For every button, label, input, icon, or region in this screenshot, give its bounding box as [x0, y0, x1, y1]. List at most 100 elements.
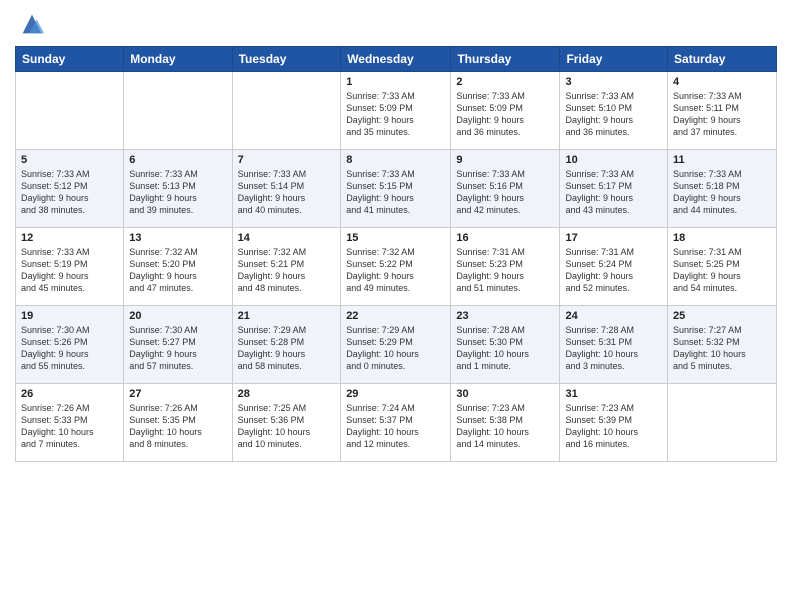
calendar-cell — [232, 72, 341, 150]
calendar-cell: 2Sunrise: 7:33 AM Sunset: 5:09 PM Daylig… — [451, 72, 560, 150]
calendar-header-saturday: Saturday — [668, 47, 777, 72]
calendar-header-sunday: Sunday — [16, 47, 124, 72]
day-info: Sunrise: 7:33 AM Sunset: 5:11 PM Dayligh… — [673, 90, 771, 139]
day-number: 11 — [673, 154, 771, 166]
day-number: 15 — [346, 232, 445, 244]
day-info: Sunrise: 7:28 AM Sunset: 5:30 PM Dayligh… — [456, 324, 554, 373]
calendar-cell: 20 Sunrise: 7:30 AM Sunset: 5:27 PM Dayli… — [124, 306, 232, 384]
day-number: 29 — [346, 388, 445, 400]
calendar-week-5: 26Sunrise: 7:26 AM Sunset: 5:33 PM Dayli… — [16, 384, 777, 462]
calendar-header-wednesday: Wednesday — [341, 47, 451, 72]
day-number: 20 — [129, 310, 226, 322]
calendar-cell: 8 Sunrise: 7:33 AM Sunset: 5:15 PM Daylig… — [341, 150, 451, 228]
logo — [15, 10, 46, 38]
calendar-cell: 30 Sunrise: 7:23 AM Sunset: 5:38 PM Dayli… — [451, 384, 560, 462]
day-info: Sunrise: 7:33 AM Sunset: 5:12 PM Dayligh… — [21, 168, 118, 217]
day-info: Sunrise: 7:25 AM Sunset: 5:36 PM Dayligh… — [238, 402, 336, 451]
day-info: Sunrise: 7:31 AM Sunset: 5:25 PM Dayligh… — [673, 246, 771, 295]
calendar-header-monday: Monday — [124, 47, 232, 72]
day-number: 1 — [346, 76, 445, 88]
day-number: 6 — [129, 154, 226, 166]
day-info: Sunrise: 7:29 AM Sunset: 5:28 PM Dayligh… — [238, 324, 336, 373]
page-container: SundayMondayTuesdayWednesdayThursdayFrid… — [0, 0, 792, 612]
day-info: Sunrise: 7:29 AM Sunset: 5:29 PM Dayligh… — [346, 324, 445, 373]
day-info: Sunrise: 7:33 AM Sunset: 5:17 PM Dayligh… — [565, 168, 662, 217]
day-info: Sunrise: 7:33 AM Sunset: 5:16 PM Dayligh… — [456, 168, 554, 217]
calendar-week-3: 12Sunrise: 7:33 AM Sunset: 5:19 PM Dayli… — [16, 228, 777, 306]
calendar-cell: 17 Sunrise: 7:31 AM Sunset: 5:24 PM Dayli… — [560, 228, 668, 306]
day-info: Sunrise: 7:23 AM Sunset: 5:38 PM Dayligh… — [456, 402, 554, 451]
logo-icon — [18, 10, 46, 38]
calendar-header-friday: Friday — [560, 47, 668, 72]
day-number: 7 — [238, 154, 336, 166]
calendar-cell: 21Sunrise: 7:29 AM Sunset: 5:28 PM Dayli… — [232, 306, 341, 384]
day-number: 25 — [673, 310, 771, 322]
day-number: 14 — [238, 232, 336, 244]
day-number: 16 — [456, 232, 554, 244]
calendar-cell: 31 Sunrise: 7:23 AM Sunset: 5:39 PM Dayli… — [560, 384, 668, 462]
calendar-week-1: 1 Sunrise: 7:33 AM Sunset: 5:09 PM Daylig… — [16, 72, 777, 150]
day-number: 4 — [673, 76, 771, 88]
calendar-cell: 10 Sunrise: 7:33 AM Sunset: 5:17 PM Dayli… — [560, 150, 668, 228]
calendar-week-4: 19Sunrise: 7:30 AM Sunset: 5:26 PM Dayli… — [16, 306, 777, 384]
calendar-header-thursday: Thursday — [451, 47, 560, 72]
day-info: Sunrise: 7:26 AM Sunset: 5:35 PM Dayligh… — [129, 402, 226, 451]
day-info: Sunrise: 7:33 AM Sunset: 5:18 PM Dayligh… — [673, 168, 771, 217]
day-info: Sunrise: 7:33 AM Sunset: 5:09 PM Dayligh… — [456, 90, 554, 139]
calendar-week-2: 5 Sunrise: 7:33 AM Sunset: 5:12 PM Daylig… — [16, 150, 777, 228]
calendar-cell: 22Sunrise: 7:29 AM Sunset: 5:29 PM Dayli… — [341, 306, 451, 384]
day-number: 31 — [565, 388, 662, 400]
calendar-cell: 15 Sunrise: 7:32 AM Sunset: 5:22 PM Dayli… — [341, 228, 451, 306]
day-info: Sunrise: 7:33 AM Sunset: 5:09 PM Dayligh… — [346, 90, 445, 139]
day-number: 18 — [673, 232, 771, 244]
calendar-cell: 23 Sunrise: 7:28 AM Sunset: 5:30 PM Dayli… — [451, 306, 560, 384]
calendar-cell: 25 Sunrise: 7:27 AM Sunset: 5:32 PM Dayli… — [668, 306, 777, 384]
day-number: 27 — [129, 388, 226, 400]
day-info: Sunrise: 7:32 AM Sunset: 5:22 PM Dayligh… — [346, 246, 445, 295]
day-number: 23 — [456, 310, 554, 322]
day-number: 5 — [21, 154, 118, 166]
day-info: Sunrise: 7:28 AM Sunset: 5:31 PM Dayligh… — [565, 324, 662, 373]
day-number: 24 — [565, 310, 662, 322]
calendar-cell: 13 Sunrise: 7:32 AM Sunset: 5:20 PM Dayli… — [124, 228, 232, 306]
day-info: Sunrise: 7:33 AM Sunset: 5:15 PM Dayligh… — [346, 168, 445, 217]
day-number: 30 — [456, 388, 554, 400]
day-number: 3 — [565, 76, 662, 88]
calendar-cell: 1 Sunrise: 7:33 AM Sunset: 5:09 PM Daylig… — [341, 72, 451, 150]
calendar-cell: 16 Sunrise: 7:31 AM Sunset: 5:23 PM Dayli… — [451, 228, 560, 306]
calendar-cell: 9 Sunrise: 7:33 AM Sunset: 5:16 PM Daylig… — [451, 150, 560, 228]
day-info: Sunrise: 7:27 AM Sunset: 5:32 PM Dayligh… — [673, 324, 771, 373]
day-info: Sunrise: 7:23 AM Sunset: 5:39 PM Dayligh… — [565, 402, 662, 451]
day-info: Sunrise: 7:33 AM Sunset: 5:14 PM Dayligh… — [238, 168, 336, 217]
day-info: Sunrise: 7:32 AM Sunset: 5:20 PM Dayligh… — [129, 246, 226, 295]
calendar-cell: 12Sunrise: 7:33 AM Sunset: 5:19 PM Dayli… — [16, 228, 124, 306]
day-number: 28 — [238, 388, 336, 400]
calendar-cell: 4 Sunrise: 7:33 AM Sunset: 5:11 PM Daylig… — [668, 72, 777, 150]
calendar-cell: 26Sunrise: 7:26 AM Sunset: 5:33 PM Dayli… — [16, 384, 124, 462]
day-number: 19 — [21, 310, 118, 322]
day-info: Sunrise: 7:31 AM Sunset: 5:24 PM Dayligh… — [565, 246, 662, 295]
calendar-cell — [124, 72, 232, 150]
day-info: Sunrise: 7:24 AM Sunset: 5:37 PM Dayligh… — [346, 402, 445, 451]
calendar-cell: 6 Sunrise: 7:33 AM Sunset: 5:13 PM Daylig… — [124, 150, 232, 228]
day-info: Sunrise: 7:33 AM Sunset: 5:10 PM Dayligh… — [565, 90, 662, 139]
day-number: 13 — [129, 232, 226, 244]
day-info: Sunrise: 7:26 AM Sunset: 5:33 PM Dayligh… — [21, 402, 118, 451]
day-number: 17 — [565, 232, 662, 244]
calendar-cell: 27 Sunrise: 7:26 AM Sunset: 5:35 PM Dayli… — [124, 384, 232, 462]
day-info: Sunrise: 7:33 AM Sunset: 5:19 PM Dayligh… — [21, 246, 118, 295]
calendar-cell — [16, 72, 124, 150]
day-info: Sunrise: 7:30 AM Sunset: 5:27 PM Dayligh… — [129, 324, 226, 373]
calendar-cell: 14Sunrise: 7:32 AM Sunset: 5:21 PM Dayli… — [232, 228, 341, 306]
calendar-cell: 3 Sunrise: 7:33 AM Sunset: 5:10 PM Daylig… — [560, 72, 668, 150]
day-number: 8 — [346, 154, 445, 166]
calendar-cell: 19Sunrise: 7:30 AM Sunset: 5:26 PM Dayli… — [16, 306, 124, 384]
calendar-cell: 24 Sunrise: 7:28 AM Sunset: 5:31 PM Dayli… — [560, 306, 668, 384]
day-number: 10 — [565, 154, 662, 166]
calendar-cell: 29 Sunrise: 7:24 AM Sunset: 5:37 PM Dayli… — [341, 384, 451, 462]
calendar-cell: 7 Sunrise: 7:33 AM Sunset: 5:14 PM Daylig… — [232, 150, 341, 228]
calendar-cell — [668, 384, 777, 462]
day-info: Sunrise: 7:33 AM Sunset: 5:13 PM Dayligh… — [129, 168, 226, 217]
day-info: Sunrise: 7:31 AM Sunset: 5:23 PM Dayligh… — [456, 246, 554, 295]
day-number: 9 — [456, 154, 554, 166]
